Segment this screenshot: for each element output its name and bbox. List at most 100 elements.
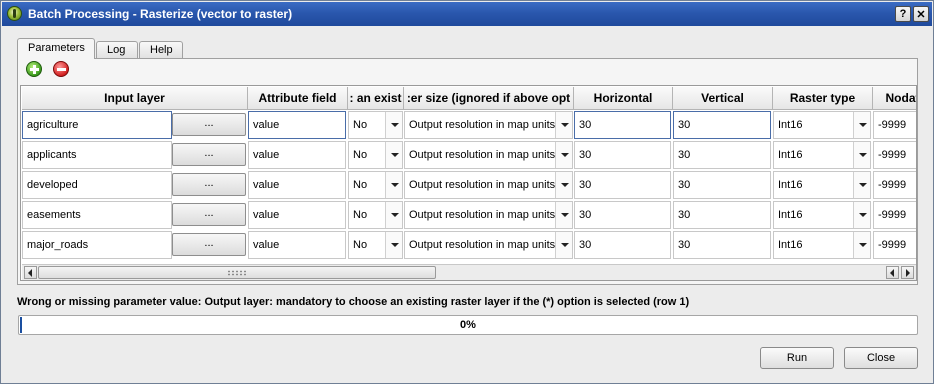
chevron-down-icon	[385, 232, 402, 258]
close-button[interactable]: Close	[844, 347, 918, 369]
chevron-down-icon	[555, 232, 572, 258]
qgis-logo-icon	[7, 6, 22, 21]
progress-label: 0%	[460, 319, 476, 331]
overwrite-select[interactable]: No	[348, 171, 403, 199]
table-row: major_roads... value No Output resolution i…	[22, 230, 916, 260]
browse-layer-button[interactable]: ...	[172, 143, 246, 166]
tab-log[interactable]: Log	[96, 41, 138, 59]
raster-type-select[interactable]: Int16	[773, 171, 871, 199]
horizontal-input[interactable]: 30	[574, 201, 671, 229]
horizontal-input[interactable]: 30	[574, 111, 671, 139]
table-row: easements... value No Output resolution in …	[22, 200, 916, 230]
overwrite-value: No	[353, 149, 368, 161]
input-layer-field[interactable]: applicants	[22, 141, 172, 169]
chevron-down-icon	[555, 142, 572, 168]
horizontal-input[interactable]: 30	[574, 231, 671, 259]
input-layer-field[interactable]: developed	[22, 171, 172, 199]
vertical-input[interactable]: 30	[673, 111, 771, 139]
raster-type-value: Int16	[778, 179, 803, 191]
raster-size-mode-value: Output resolution in map units	[409, 119, 556, 131]
close-window-button[interactable]: ✕	[913, 6, 929, 22]
window-title: Batch Processing - Rasterize (vector to …	[28, 7, 293, 21]
raster-size-mode-select[interactable]: Output resolution in map units	[404, 231, 573, 259]
table-row: applicants... value No Output resolution in…	[22, 140, 916, 170]
overwrite-select[interactable]: No	[348, 201, 403, 229]
input-layer-field[interactable]: major_roads	[22, 231, 172, 259]
raster-size-mode-select[interactable]: Output resolution in map units	[404, 141, 573, 169]
nodata-input[interactable]: -9999	[873, 111, 916, 139]
chevron-down-icon	[385, 142, 402, 168]
chevron-down-icon	[385, 112, 402, 138]
vertical-input[interactable]: 30	[673, 231, 771, 259]
attribute-field-input[interactable]: value	[248, 171, 346, 199]
arrow-left-icon	[28, 269, 32, 277]
tab-help[interactable]: Help	[139, 41, 183, 59]
input-layer-field[interactable]: easements	[22, 201, 172, 229]
overwrite-value: No	[353, 239, 368, 251]
vertical-input[interactable]: 30	[673, 201, 771, 229]
column-header-raster-type[interactable]: Raster type	[773, 87, 873, 110]
raster-type-select[interactable]: Int16	[773, 141, 871, 169]
raster-size-mode-select[interactable]: Output resolution in map units	[404, 171, 573, 199]
raster-size-mode-select[interactable]: Output resolution in map units	[404, 111, 573, 139]
overwrite-select[interactable]: No	[348, 231, 403, 259]
chevron-down-icon	[555, 202, 572, 228]
column-header-horizontal[interactable]: Horizontal	[574, 87, 673, 110]
raster-type-select[interactable]: Int16	[773, 231, 871, 259]
nodata-input[interactable]: -9999	[873, 231, 916, 259]
browse-layer-button[interactable]: ...	[172, 233, 246, 256]
column-header-attribute-field[interactable]: Attribute field	[248, 87, 348, 110]
help-button[interactable]: ?	[895, 6, 911, 22]
nodata-input[interactable]: -9999	[873, 201, 916, 229]
horizontal-input[interactable]: 30	[574, 171, 671, 199]
horizontal-input[interactable]: 30	[574, 141, 671, 169]
attribute-field-input[interactable]: value	[248, 231, 346, 259]
column-header-raster-size-mode[interactable]: :er size (ignored if above opt	[404, 87, 574, 110]
overwrite-select[interactable]: No	[348, 141, 403, 169]
remove-row-icon[interactable]	[53, 61, 69, 77]
attribute-field-input[interactable]: value	[248, 201, 346, 229]
title-bar: Batch Processing - Rasterize (vector to …	[2, 2, 932, 26]
column-header-input-layer[interactable]: Input layer	[22, 87, 248, 110]
nodata-input[interactable]: -9999	[873, 171, 916, 199]
scroll-left-button[interactable]	[24, 266, 37, 279]
raster-type-value: Int16	[778, 149, 803, 161]
tab-parameters[interactable]: Parameters	[17, 38, 95, 59]
browse-layer-button[interactable]: ...	[172, 113, 246, 136]
browse-layer-button[interactable]: ...	[172, 173, 246, 196]
batch-processing-dialog: Batch Processing - Rasterize (vector to …	[0, 0, 934, 384]
chevron-down-icon	[853, 112, 870, 138]
raster-type-value: Int16	[778, 239, 803, 251]
chevron-down-icon	[853, 232, 870, 258]
vertical-input[interactable]: 30	[673, 141, 771, 169]
overwrite-select[interactable]: No	[348, 111, 403, 139]
raster-size-mode-value: Output resolution in map units	[409, 239, 556, 251]
browse-layer-button[interactable]: ...	[172, 203, 246, 226]
raster-type-select[interactable]: Int16	[773, 111, 871, 139]
run-button[interactable]: Run	[760, 347, 834, 369]
column-header-nodata[interactable]: Nodat	[873, 87, 916, 110]
raster-type-select[interactable]: Int16	[773, 201, 871, 229]
overwrite-value: No	[353, 119, 368, 131]
attribute-field-input[interactable]: value	[248, 141, 346, 169]
chevron-down-icon	[385, 172, 402, 198]
progress-bar: 0%	[18, 315, 918, 335]
scroll-right-button[interactable]	[901, 266, 914, 279]
vertical-input[interactable]: 30	[673, 171, 771, 199]
scroll-left-button-end[interactable]	[886, 266, 899, 279]
column-header-overwrite[interactable]: : an exist	[348, 87, 404, 110]
attribute-field-input[interactable]: value	[248, 111, 346, 139]
validation-message: Wrong or missing parameter value: Output…	[17, 296, 690, 308]
add-row-icon[interactable]	[26, 61, 42, 77]
input-layer-field[interactable]: agriculture	[22, 111, 172, 139]
chevron-down-icon	[385, 202, 402, 228]
nodata-input[interactable]: -9999	[873, 141, 916, 169]
scrollbar-thumb[interactable]	[38, 266, 436, 279]
column-header-vertical[interactable]: Vertical	[673, 87, 773, 110]
grip-icon	[227, 270, 247, 276]
chevron-down-icon	[853, 142, 870, 168]
chevron-down-icon	[555, 172, 572, 198]
raster-size-mode-select[interactable]: Output resolution in map units	[404, 201, 573, 229]
horizontal-scrollbar[interactable]	[22, 264, 916, 280]
batch-parameters-table: Input layer Attribute field : an exist :…	[20, 85, 917, 281]
